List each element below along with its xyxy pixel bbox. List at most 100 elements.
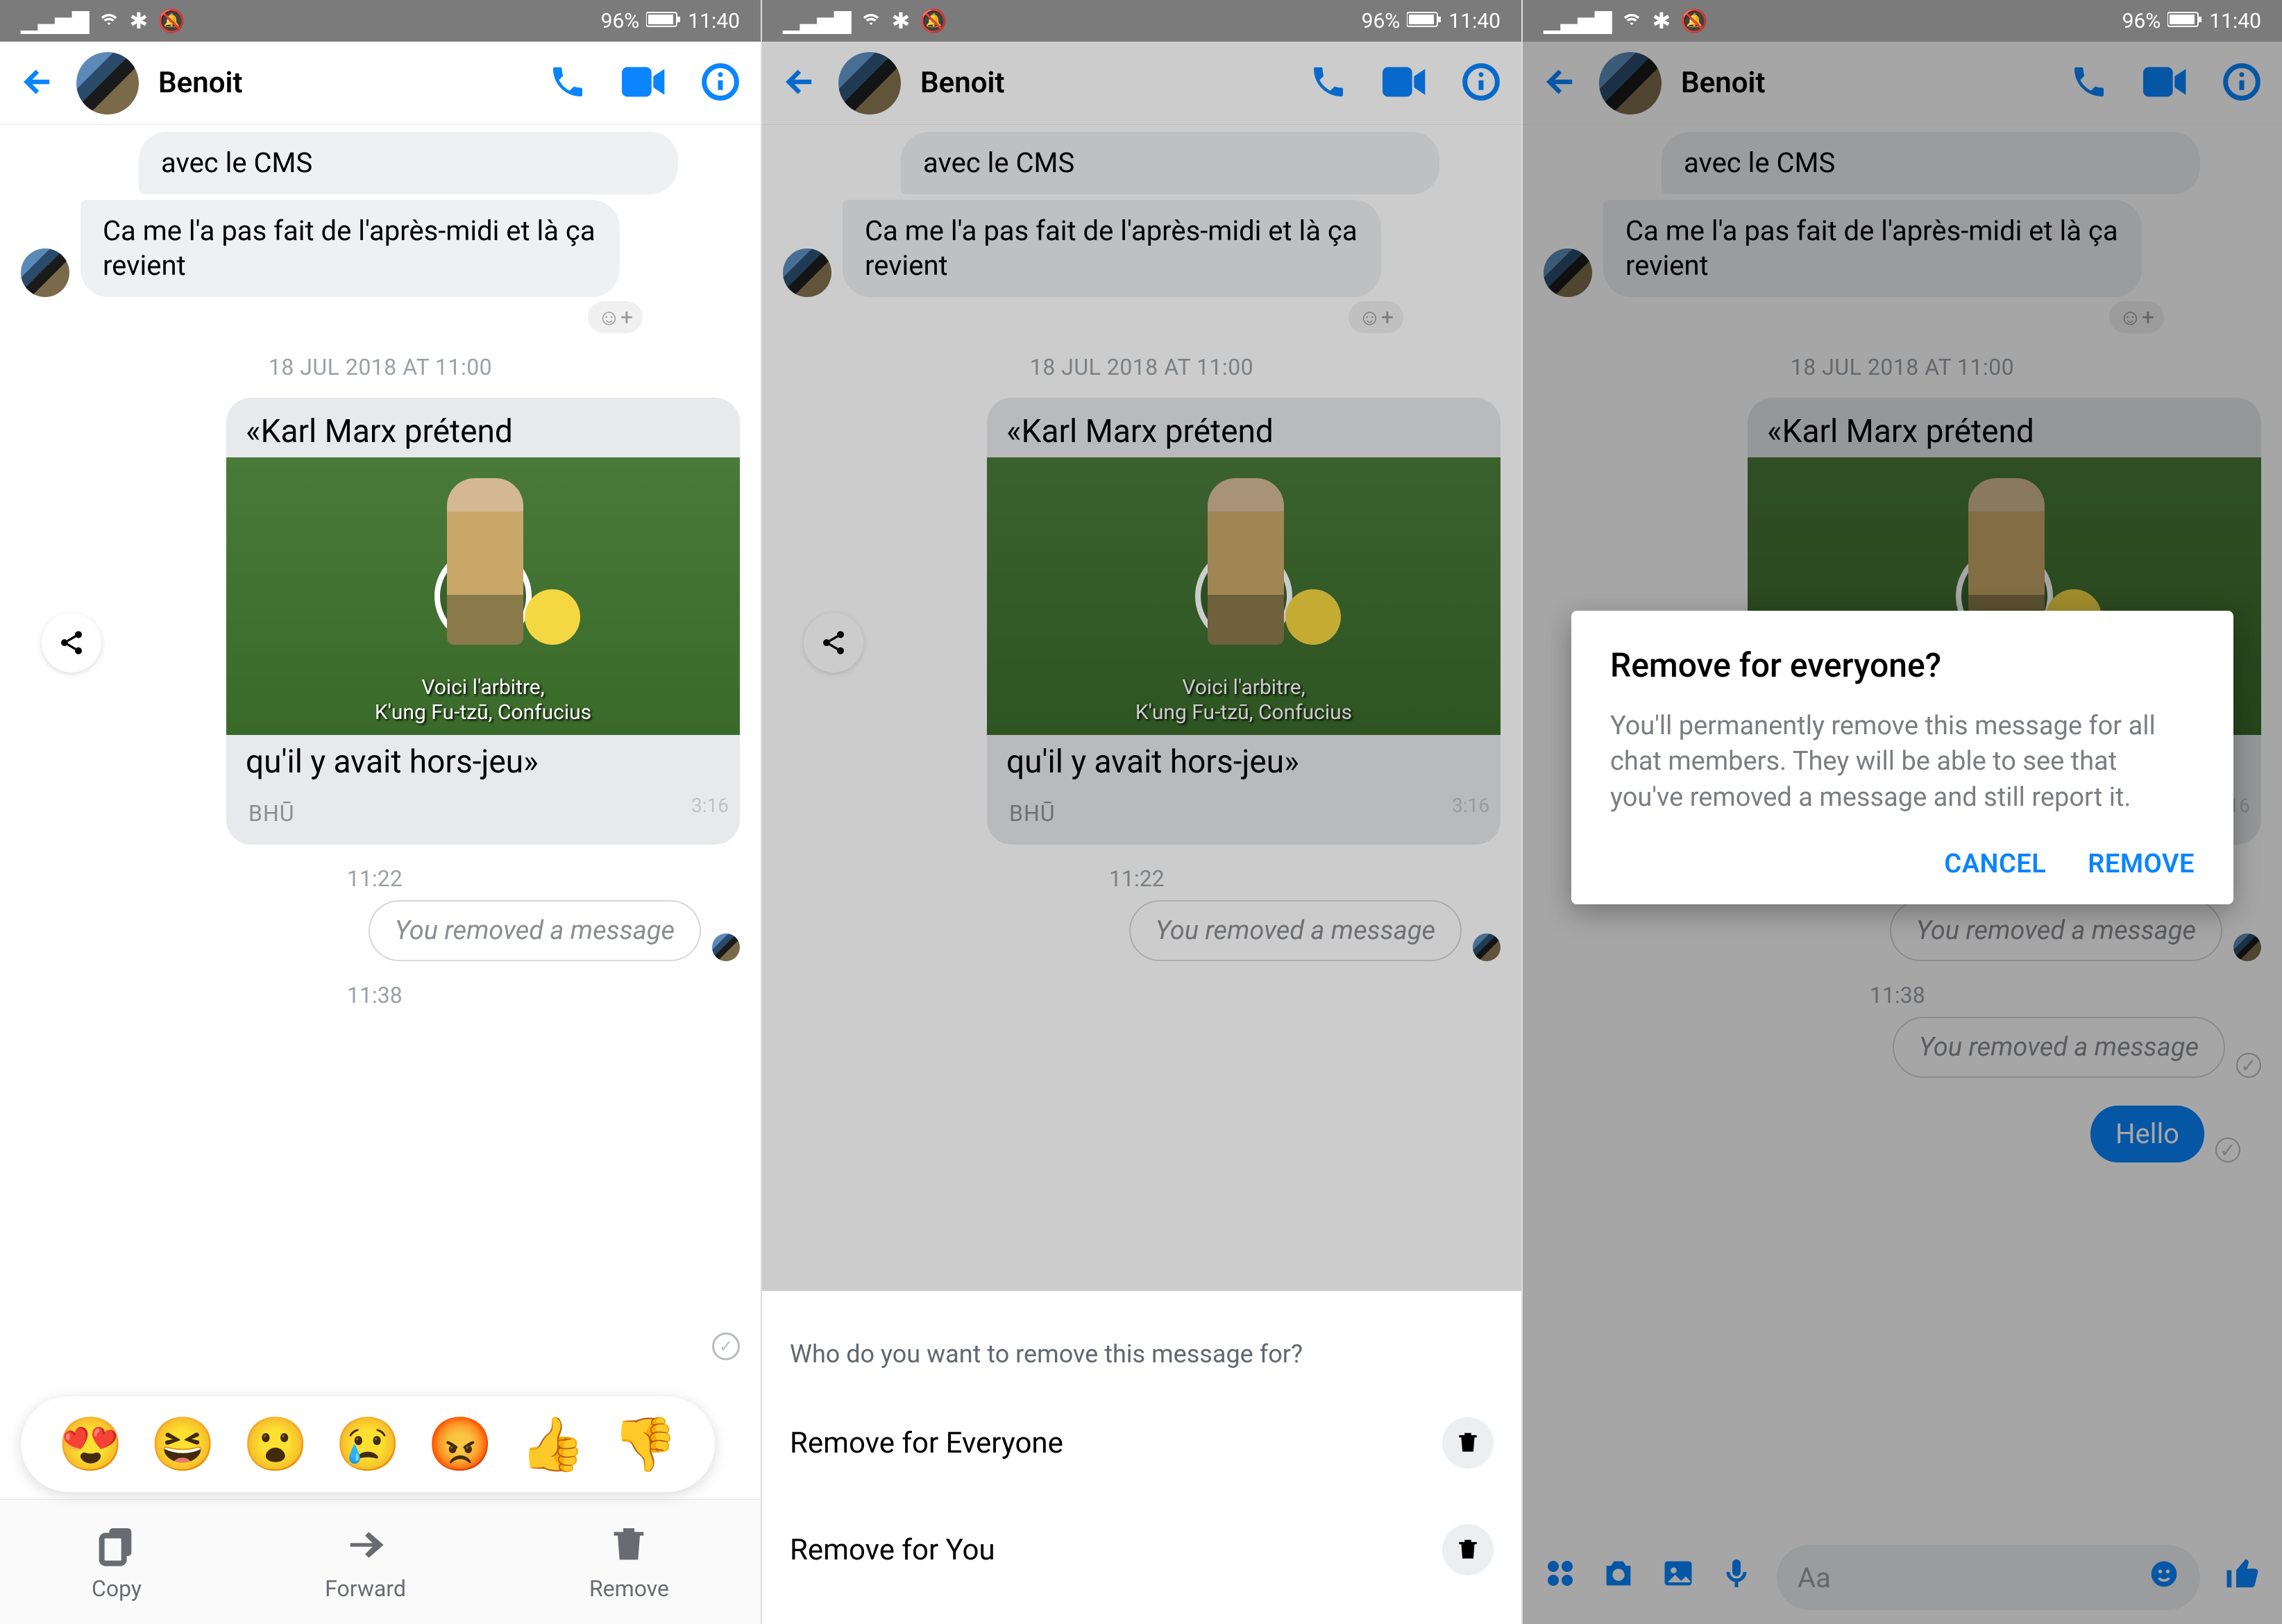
seen-avatar xyxy=(712,933,740,961)
chat-header: Benoit xyxy=(0,42,761,125)
contact-name[interactable]: Benoit xyxy=(1681,66,2050,100)
video-call-button[interactable] xyxy=(622,65,666,101)
thumbs-up-button[interactable] xyxy=(2224,1555,2261,1601)
wifi-icon xyxy=(861,8,881,34)
reaction-thumbs-down[interactable]: 👎 xyxy=(612,1413,678,1475)
reaction-angry[interactable]: 😡 xyxy=(428,1413,493,1475)
video-ball xyxy=(1285,589,1341,645)
received-message[interactable]: Ca me l'a pas fait de l'après-midi et là… xyxy=(81,200,620,297)
video-ball xyxy=(525,589,580,645)
sent-indicator-icon: ✓ xyxy=(712,1333,740,1360)
info-button[interactable] xyxy=(701,62,740,104)
mic-button[interactable] xyxy=(1720,1555,1753,1600)
video-thumbnail[interactable]: Voici l'arbitre, K'ung Fu-tzū, Confucius xyxy=(226,457,740,735)
remove-button[interactable]: Remove xyxy=(589,1523,669,1602)
video-title: «Karl Marx prétend xyxy=(226,398,740,457)
sent-message[interactable]: Hello xyxy=(2090,1106,2204,1162)
back-button[interactable] xyxy=(1544,64,1580,103)
wifi-icon xyxy=(99,8,119,34)
date-separator: 18 JUL 2018 AT 11:00 xyxy=(1544,354,2261,380)
cancel-button[interactable]: CANCEL xyxy=(1944,849,2046,879)
phone-screen-2: ▁▃▅▇ ✱ 🔕 96% 11:40 Benoit avec le CMS Ca… xyxy=(761,0,1521,1624)
video-attachment[interactable]: «Karl Marx prétend Voici l'arbitre,K'ung… xyxy=(987,398,1501,845)
call-button[interactable] xyxy=(1309,62,1348,104)
reactions-picker[interactable]: 😍 😆 😮 😢 😡 👍 👎 xyxy=(21,1396,715,1492)
seen-avatar xyxy=(1473,933,1501,961)
signal-icon: ▁▃▅▇ xyxy=(21,8,89,34)
forward-button[interactable]: Forward xyxy=(325,1523,406,1602)
remove-everyone-option[interactable]: Remove for Everyone xyxy=(762,1389,1521,1496)
reaction-sad[interactable]: 😢 xyxy=(335,1413,401,1475)
clock: 11:40 xyxy=(688,9,740,33)
add-reaction-button[interactable]: ☺︎+ xyxy=(1349,301,1403,333)
video-figure xyxy=(447,478,523,645)
received-message[interactable]: avec le CMS xyxy=(139,132,678,194)
message-time: 11:38 xyxy=(1544,982,2261,1008)
message-actions-bar: Copy Forward Remove xyxy=(0,1499,761,1624)
seen-avatar xyxy=(2233,933,2261,961)
video-source: BHŪ xyxy=(226,788,740,845)
remove-confirm-button[interactable]: REMOVE xyxy=(2088,849,2195,879)
removed-message[interactable]: You removed a message xyxy=(1893,1017,2225,1078)
battery-pct: 96% xyxy=(2122,9,2161,33)
add-reaction-button[interactable]: ☺︎+ xyxy=(2109,301,2164,333)
video-call-button[interactable] xyxy=(1383,65,1427,101)
video-thumbnail[interactable]: Voici l'arbitre,K'ung Fu-tzū, Confucius xyxy=(987,457,1501,735)
battery-pct: 96% xyxy=(1362,9,1401,33)
message-avatar[interactable] xyxy=(1544,248,1592,297)
share-button[interactable] xyxy=(804,613,863,673)
copy-button[interactable]: Copy xyxy=(92,1523,142,1602)
chat-header: Benoit xyxy=(1523,42,2282,125)
message-input[interactable]: Aa xyxy=(1777,1545,2200,1610)
removed-message[interactable]: You removed a message xyxy=(369,900,701,961)
video-attachment[interactable]: «Karl Marx prétend Voici l'arbitre, K'un… xyxy=(226,398,740,845)
video-subtitle: Voici l'arbitre,K'ung Fu-tzū, Confucius xyxy=(987,675,1501,725)
received-message[interactable]: Ca me l'a pas fait de l'après-midi et là… xyxy=(1603,200,2142,297)
video-source: BHŪ xyxy=(987,788,1501,845)
dialog-title: Remove for everyone? xyxy=(1610,645,2195,685)
back-button[interactable] xyxy=(783,64,819,103)
removed-message[interactable]: You removed a message xyxy=(1890,900,2222,961)
back-button[interactable] xyxy=(21,64,57,103)
reaction-love[interactable]: 😍 xyxy=(58,1413,124,1475)
received-message[interactable]: avec le CMS xyxy=(1662,132,2200,194)
camera-button[interactable] xyxy=(1600,1555,1637,1600)
contact-name[interactable]: Benoit xyxy=(920,66,1290,100)
remove-you-option[interactable]: Remove for You xyxy=(762,1496,1521,1603)
dialog-body: You'll permanently remove this message f… xyxy=(1610,709,2195,815)
received-message[interactable]: Ca me l'a pas fait de l'après-midi et là… xyxy=(843,200,1381,297)
contact-name[interactable]: Benoit xyxy=(158,66,529,100)
more-apps-button[interactable] xyxy=(1544,1557,1577,1599)
contact-avatar[interactable] xyxy=(838,52,901,115)
status-bar: ▁▃▅▇ ✱ 🔕 96% 11:40 xyxy=(762,0,1521,42)
message-avatar[interactable] xyxy=(783,248,831,297)
removed-message[interactable]: You removed a message xyxy=(1129,900,1462,961)
add-reaction-button[interactable]: ☺︎+ xyxy=(588,301,643,333)
share-button[interactable] xyxy=(42,613,101,673)
call-button[interactable] xyxy=(2070,62,2108,104)
sent-check-icon: ✓ xyxy=(2215,1137,2240,1162)
reaction-thumbs-up[interactable]: 👍 xyxy=(520,1413,586,1475)
status-bar: ▁▃▅▇ ✱ 🔕 96% 11:40 xyxy=(1523,0,2282,42)
video-caption: qu'il y avait hors-jeu» xyxy=(226,735,740,788)
forward-label: Forward xyxy=(325,1575,406,1602)
reaction-haha[interactable]: 😆 xyxy=(150,1413,216,1475)
message-avatar[interactable] xyxy=(21,248,69,297)
video-title: «Karl Marx prétend xyxy=(1748,398,2261,457)
video-call-button[interactable] xyxy=(2143,65,2188,101)
remove-bottom-sheet: Who do you want to remove this message f… xyxy=(762,1312,1521,1624)
contact-avatar[interactable] xyxy=(1599,52,1662,115)
info-button[interactable] xyxy=(1462,62,1501,104)
reaction-wow[interactable]: 😮 xyxy=(243,1413,309,1475)
received-message[interactable]: avec le CMS xyxy=(901,132,1439,194)
chat-area[interactable]: avec le CMS Ca me l'a pas fait de l'aprè… xyxy=(0,125,761,1499)
emoji-button[interactable] xyxy=(2149,1559,2179,1596)
signal-icon: ▁▃▅▇ xyxy=(783,8,851,34)
contact-avatar[interactable] xyxy=(76,52,139,115)
message-time: 11:22 xyxy=(783,865,1501,892)
message-time: 11:38 xyxy=(21,982,740,1008)
gallery-button[interactable] xyxy=(1660,1555,1696,1600)
info-button[interactable] xyxy=(2222,62,2261,104)
call-button[interactable] xyxy=(548,62,587,104)
message-time: 11:22 xyxy=(21,865,740,892)
